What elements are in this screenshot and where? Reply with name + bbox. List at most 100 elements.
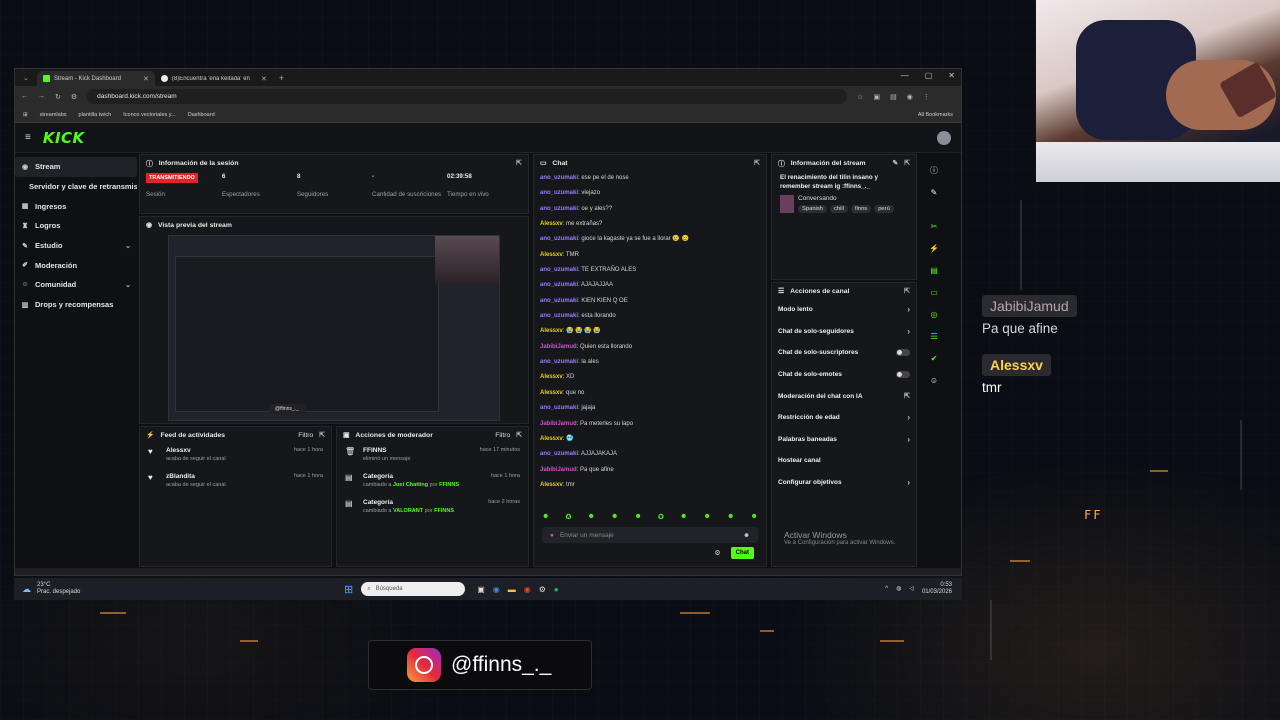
- reload-icon[interactable]: ↻: [55, 93, 61, 101]
- spotify-icon[interactable]: ●: [554, 585, 559, 594]
- edge-icon[interactable]: ◉: [493, 585, 500, 594]
- bookmark-item[interactable]: Dashboard: [188, 112, 215, 118]
- settings-icon[interactable]: ⚙: [539, 585, 546, 594]
- channel-action-item[interactable]: Restricción de edad ›: [772, 407, 916, 429]
- all-bookmarks[interactable]: All Bookmarks: [918, 112, 953, 118]
- channel-action-item[interactable]: Moderación del chat con IA ⇱: [772, 385, 916, 407]
- emote-icon[interactable]: ☻: [704, 513, 711, 521]
- bookmark-item[interactable]: streamlabs: [40, 112, 67, 118]
- back-icon[interactable]: ←: [21, 93, 28, 100]
- chat-username[interactable]: Alessxv: [540, 374, 563, 380]
- emote-icon[interactable]: ☻: [727, 513, 734, 521]
- emote-icon[interactable]: ✪: [566, 513, 572, 521]
- filter-button[interactable]: Filtro: [298, 432, 313, 439]
- extensions-icon[interactable]: ▣: [873, 93, 880, 101]
- chat-username[interactable]: ano_uzumaki: [540, 451, 578, 457]
- popout-icon[interactable]: ⇱: [319, 431, 325, 439]
- clock[interactable]: 0:53 01/03/2026: [922, 582, 952, 596]
- chat-username[interactable]: ano_uzumaki: [540, 298, 578, 304]
- menu-icon[interactable]: ⋮: [923, 93, 930, 101]
- chat-send-button[interactable]: Chat: [730, 547, 754, 559]
- tab-search-icon[interactable]: ⌄: [15, 74, 37, 82]
- emote-icon[interactable]: ✪: [658, 513, 664, 521]
- tab-kick-dashboard[interactable]: Stream - Kick Dashboard ✕: [36, 71, 155, 86]
- emote-icon[interactable]: ☻: [635, 513, 642, 521]
- emote-icon[interactable]: ☻: [542, 513, 549, 521]
- new-tab-icon[interactable]: +: [273, 73, 290, 83]
- emote-icon[interactable]: ☻: [611, 513, 618, 521]
- sidebar-item-comunidad[interactable]: ☺ Comunidad ⌄: [15, 275, 137, 295]
- note-icon[interactable]: ▤: [927, 263, 941, 277]
- minimize-icon[interactable]: —: [901, 71, 909, 80]
- channel-action-item[interactable]: Chat de solo-seguidores ›: [772, 321, 916, 343]
- stream-preview[interactable]: @ffinns_._: [168, 235, 500, 421]
- windows-start-icon[interactable]: ⊞: [344, 583, 353, 596]
- profile-icon[interactable]: ◉: [907, 93, 913, 101]
- channel-action-item[interactable]: Chat de solo-suscriptores: [772, 342, 916, 364]
- volume-icon[interactable]: ◁: [909, 586, 914, 593]
- weather-widget[interactable]: ☁ 23°C Prac. despejado: [14, 582, 344, 596]
- chat-username[interactable]: Alessxv: [540, 252, 563, 258]
- people-icon[interactable]: ☺: [927, 373, 941, 387]
- chat-username[interactable]: Alessxv: [540, 482, 563, 488]
- popout-icon[interactable]: ⇱: [516, 431, 522, 439]
- chevron-up-icon[interactable]: ^: [885, 586, 888, 593]
- chat-username[interactable]: ano_uzumaki: [540, 313, 578, 319]
- settings-icon[interactable]: ⚙: [714, 549, 720, 557]
- chat-username[interactable]: Alessxv: [540, 390, 563, 396]
- filter-button[interactable]: Filtro: [495, 432, 510, 439]
- emote-icon[interactable]: ☻: [588, 513, 595, 521]
- chat-username[interactable]: Alessxv: [540, 436, 563, 442]
- channel-action-item[interactable]: Hostear canal: [772, 450, 916, 472]
- wifi-icon[interactable]: ◍: [896, 586, 901, 593]
- chat-username[interactable]: ano_uzumaki: [540, 175, 578, 181]
- chrome-icon[interactable]: ◉: [524, 585, 531, 594]
- chat-bubble-icon[interactable]: ▭: [927, 285, 941, 299]
- sidebar-item-server-key[interactable]: Servidor y clave de retransmisión: [15, 177, 137, 197]
- close-icon[interactable]: ✕: [261, 75, 267, 83]
- popout-icon[interactable]: ⇱: [516, 159, 522, 167]
- folder-icon[interactable]: ▬: [508, 585, 516, 594]
- clip-icon[interactable]: ✂: [927, 219, 941, 233]
- avatar[interactable]: [937, 130, 951, 145]
- chat-username[interactable]: ano_uzumaki: [540, 236, 578, 242]
- popout-icon[interactable]: ⇱: [904, 159, 910, 167]
- chat-username[interactable]: Alessxv: [540, 328, 563, 334]
- channel-action-item[interactable]: Palabras baneadas ›: [772, 429, 916, 451]
- bookmark-item[interactable]: plantilla twich: [79, 112, 112, 118]
- toggle-switch[interactable]: [896, 349, 910, 357]
- chat-username[interactable]: JabibiJamud: [540, 421, 577, 427]
- channel-action-item[interactable]: Chat de solo-emotes: [772, 364, 916, 386]
- tab-tiktok[interactable]: (8)Encuentra 'eña keitada' en T ✕: [155, 71, 273, 86]
- edit-icon[interactable]: ✎: [927, 185, 941, 199]
- info-icon[interactable]: ⓘ: [927, 163, 941, 177]
- close-icon[interactable]: ✕: [143, 75, 149, 83]
- task-view-icon[interactable]: ▣: [477, 585, 485, 594]
- emoji-icon[interactable]: ☻: [743, 532, 750, 539]
- site-info-icon[interactable]: ⚙: [71, 93, 77, 101]
- broadcast-icon[interactable]: ◎: [927, 307, 941, 321]
- hamburger-icon[interactable]: ≡: [25, 132, 31, 143]
- emote-icon[interactable]: ☻: [680, 513, 687, 521]
- chat-username[interactable]: ano_uzumaki: [540, 359, 578, 365]
- bolt-icon[interactable]: ⚡: [927, 241, 941, 255]
- sidebar-item-drops[interactable]: ▥ Drops y recompensas: [15, 295, 137, 315]
- edit-icon[interactable]: ✎: [892, 159, 898, 167]
- chat-username[interactable]: ano_uzumaki: [540, 405, 578, 411]
- chat-username[interactable]: ano_uzumaki: [540, 267, 578, 273]
- channel-action-item[interactable]: Configurar objetivos ›: [772, 472, 916, 494]
- wrench-icon[interactable]: ✔: [927, 351, 941, 365]
- popout-icon[interactable]: ⇱: [904, 287, 910, 295]
- chat-username[interactable]: JabibiJamud: [540, 467, 577, 473]
- bookmark-item[interactable]: Iconos vectoriales y...: [123, 112, 175, 118]
- forward-icon[interactable]: →: [38, 93, 45, 100]
- kick-logo[interactable]: KICK: [43, 129, 85, 147]
- popout-icon[interactable]: ⇱: [754, 159, 760, 167]
- window-close-icon[interactable]: ✕: [948, 71, 955, 80]
- chat-input[interactable]: ● Enviar un mensaje ☻: [542, 527, 758, 543]
- maximize-icon[interactable]: ▢: [925, 71, 933, 80]
- list-icon[interactable]: ☰: [927, 329, 941, 343]
- sidebar-item-moderacion[interactable]: ✐ Moderación: [15, 255, 137, 275]
- chat-username[interactable]: ano_uzumaki: [540, 282, 578, 288]
- url-input[interactable]: dashboard.kick.com/stream: [87, 89, 848, 104]
